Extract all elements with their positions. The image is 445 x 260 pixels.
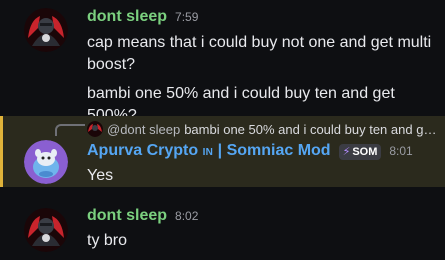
message-author[interactable]: dont sleep	[87, 207, 167, 225]
mention-highlight-bar	[0, 116, 3, 187]
dark-character-avatar[interactable]	[24, 208, 68, 252]
chat-message-list: dont sleep 7:59 cap means that i could b…	[0, 0, 445, 260]
dark-character-avatar[interactable]	[24, 8, 68, 52]
region-badge: IN	[202, 147, 214, 158]
message-timestamp: 7:59	[175, 10, 199, 24]
message-text: cap means that i could buy not one and g…	[87, 34, 432, 73]
reply-preview[interactable]: @dont sleep bambi one 50% and i could bu…	[87, 120, 439, 138]
server-tag[interactable]: ⚡ SOM	[338, 143, 382, 160]
blue-creature-avatar[interactable]	[24, 140, 68, 184]
reply-author[interactable]: @dont sleep	[107, 122, 180, 137]
reply-text: bambi one 50% and i could buy ten and ge…	[184, 121, 439, 137]
message-text: Yes	[87, 167, 114, 184]
lightning-icon: ⚡	[342, 146, 351, 158]
message-timestamp: 8:01	[389, 144, 413, 158]
message-author[interactable]: dont sleep	[87, 8, 167, 26]
message-text: ty bro	[87, 232, 128, 249]
message-author[interactable]: Apurva Crypto IN | Somniac Mod	[87, 142, 331, 160]
reply-connector	[55, 124, 85, 136]
reply-avatar-icon	[87, 121, 103, 137]
highlighted-message: @dont sleep bambi one 50% and i could bu…	[0, 116, 445, 187]
message-timestamp: 8:02	[175, 209, 199, 223]
